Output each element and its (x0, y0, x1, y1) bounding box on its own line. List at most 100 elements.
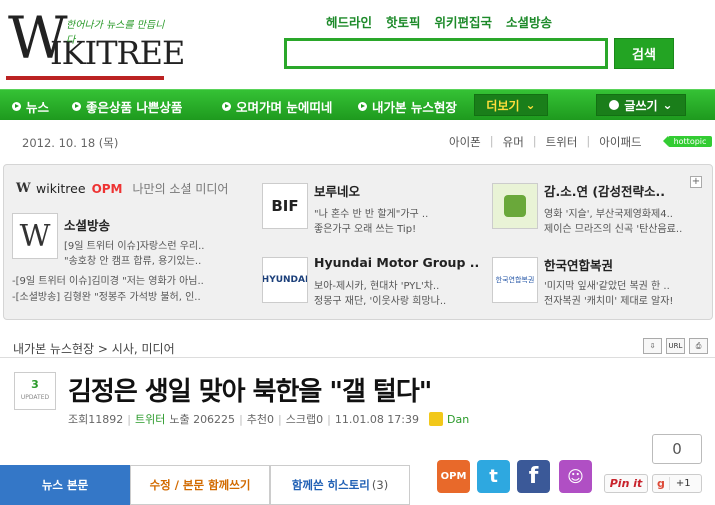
hyundai-logo: HYUNDAI (262, 275, 308, 285)
opm-panel: W wikitree OPM 나만의 소셜 미디어 + W 소셜방송 [9일 트… (3, 164, 713, 320)
scrap-count: 스크랩0 (285, 413, 324, 426)
link-twitter[interactable]: 트위터 (546, 134, 578, 150)
card-line[interactable]: "송호창 안 캠프 합류, 용기있는.. (64, 252, 201, 267)
wikitree-w-icon: W (19, 218, 51, 254)
facebook-icon[interactable]: f (517, 460, 550, 493)
card-line[interactable]: 제이슨 므라즈의 신곡 '탄산음료.. (544, 220, 682, 235)
search-button[interactable]: 검색 (614, 38, 674, 69)
arrow-icon (12, 102, 21, 111)
post-datetime: 11.01.08 17:39 (334, 412, 420, 426)
top-links: 헤드라인 핫토픽 위키편집국 소셜방송 (326, 12, 552, 31)
topic-links: 아이폰 | 유머 | 트위터 | 아이패드 (449, 134, 642, 150)
opm-description: 나만의 소셜 미디어 (132, 182, 229, 196)
nav-item-products[interactable]: 좋은상품 나쁜상품 (72, 97, 182, 116)
twitter-icon[interactable]: t (477, 460, 510, 493)
article-meta: 조회11892 | 트위터 노출 206225 | 추천0 | 스크랩0 | 1… (68, 411, 469, 427)
pinterest-button[interactable]: Pin it (604, 474, 648, 493)
tab-news-body[interactable]: 뉴스 본문 (0, 465, 130, 505)
link-ipad[interactable]: 아이패드 (599, 134, 641, 150)
leaf-icon (504, 195, 526, 217)
link-iphone[interactable]: 아이폰 (449, 134, 481, 150)
google-plus-button[interactable]: g +1 (652, 474, 702, 493)
twitter-link[interactable]: 트위터 (135, 411, 165, 427)
nav-label: 내가본 뉴스현장 (372, 100, 457, 115)
card-title[interactable]: 한국연합복권 (544, 255, 613, 274)
card-title[interactable]: 소셜방송 (64, 215, 110, 234)
search-input[interactable] (284, 38, 608, 69)
opm-brand: wikitree (36, 181, 86, 196)
card-line[interactable]: 전자복권 '캐치미' 제대로 알자! (544, 292, 673, 307)
write-label: 글쓰기 (624, 98, 658, 113)
divider (0, 357, 715, 358)
card-title[interactable]: 감.소.연 (감성전략소.. (544, 181, 665, 200)
card-line[interactable]: 보아-제시카, 현대차 'PYL'차.. (314, 277, 439, 292)
link-headline[interactable]: 헤드라인 (326, 12, 372, 31)
chevron-down-icon: ⌄ (662, 98, 673, 112)
expand-icon[interactable]: + (690, 176, 702, 188)
link-humor[interactable]: 유머 (503, 134, 524, 150)
card-line[interactable]: -[소셜방송] 김형완 "정봉주 가석방 불허, 인.. (12, 288, 201, 303)
article-tabs: 뉴스 본문 수정 / 본문 함께쓰기 함께쓴 히스토리 (3) (0, 465, 410, 505)
logo-tagline: 한어나가 뉴스를 만듭니다 (66, 20, 165, 46)
hyundai-thumbnail[interactable]: HYUNDAI (262, 257, 308, 303)
card-title[interactable]: Hyundai Motor Group .. (314, 255, 479, 270)
card-line[interactable]: 정몽구 재단, '이웃사랑 희망나.. (314, 292, 446, 307)
divider: | (327, 412, 331, 426)
card-title[interactable]: 보루네오 (314, 181, 360, 200)
tab-edit-cowrite[interactable]: 수정 / 본문 함께쓰기 (130, 465, 270, 505)
date-bar: 2012. 10. 18 (목) 아이폰 | 유머 | 트위터 | 아이패드 hott… (0, 130, 715, 154)
opm-share-button[interactable]: OPM (437, 460, 470, 493)
nav-item-my-news-scene[interactable]: 내가본 뉴스현장 (358, 97, 457, 116)
boruneo-thumbnail[interactable]: BIF (262, 183, 308, 229)
arrow-icon (358, 102, 367, 111)
updated-badge: 3 UPDATED (14, 372, 56, 410)
card-line[interactable]: '미지막 잎새'같았던 복권 한 .. (544, 277, 670, 292)
url-icon[interactable]: URL (666, 338, 685, 354)
opm-label: OPM (91, 181, 123, 196)
print-icon[interactable]: ⎙ (689, 338, 708, 354)
link-hottopic[interactable]: 핫토픽 (386, 12, 421, 31)
wikitree-w-icon: W (16, 180, 31, 196)
main-navbar: 뉴스 좋은상품 나쁜상품 오며가며 눈에띠네 내가본 뉴스현장 더보기 ⌄ 글쓰… (0, 89, 715, 120)
divider: | (532, 134, 537, 148)
nav-item-noticed[interactable]: 오며가며 눈에띠네 (222, 97, 332, 116)
social-broadcast-thumbnail[interactable]: W (12, 213, 58, 259)
write-button[interactable]: 글쓰기 ⌄ (596, 94, 686, 116)
gamsoyeon-thumbnail[interactable] (492, 183, 538, 229)
lottery-thumbnail[interactable]: 한국연합복권 (492, 257, 538, 303)
more-label: 더보기 (486, 98, 520, 113)
share-count: 0 (652, 434, 702, 464)
card-line[interactable]: 영화 '지슬', 부산국제영화제4.. (544, 205, 673, 220)
card-line[interactable]: -[9일 트위터 이슈]김미경 "저는 영화가 아님.. (12, 272, 204, 287)
breadcrumb[interactable]: 내가본 뉴스현장 > 시사, 미디어 (13, 340, 175, 357)
more-button[interactable]: 더보기 ⌄ (474, 94, 548, 116)
tab-history[interactable]: 함께쓴 히스토리 (3) (270, 465, 410, 505)
nav-item-news[interactable]: 뉴스 (12, 97, 49, 116)
link-social-broadcast[interactable]: 소셜방송 (506, 12, 552, 31)
nav-label: 오며가며 눈에띠네 (236, 100, 333, 115)
google-plus-icon: g (653, 477, 670, 490)
divider: | (239, 412, 243, 426)
hottopic-badge[interactable]: hottopic (663, 136, 712, 147)
divider: | (586, 134, 591, 148)
divider: | (489, 134, 494, 148)
exposure-count: 노출 206225 (169, 413, 236, 426)
arrow-icon (222, 102, 231, 111)
updated-label: UPDATED (20, 394, 50, 401)
arrow-icon (609, 100, 620, 110)
author-name[interactable]: Dan (447, 413, 469, 426)
nav-label: 좋은상품 나쁜상품 (86, 100, 183, 115)
wikitree-logo[interactable]: W IKITREE 한어나가 뉴스를 만듭니다 (6, 6, 185, 80)
opm-header: W wikitree OPM 나만의 소셜 미디어 (16, 180, 228, 197)
link-wiki-desk[interactable]: 위키편집국 (435, 12, 493, 31)
recommend-count: 추천0 (246, 413, 275, 426)
card-line[interactable]: "나 혼수 반 반 할게"가구 .. (314, 205, 428, 220)
me2day-icon[interactable]: ☺ (559, 460, 592, 493)
article-headline: 김정은 생일 맞아 북한을 "갤 털다" (68, 377, 432, 407)
divider: | (278, 412, 282, 426)
download-icon[interactable]: ⇩ (643, 338, 662, 354)
lottery-logo: 한국연합복권 (495, 276, 535, 284)
divider: | (127, 412, 131, 426)
card-line[interactable]: 좋은가구 오래 쓰는 Tip! (314, 220, 416, 235)
card-line[interactable]: [9일 트위터 이슈]자랑스런 우리.. (64, 237, 204, 252)
